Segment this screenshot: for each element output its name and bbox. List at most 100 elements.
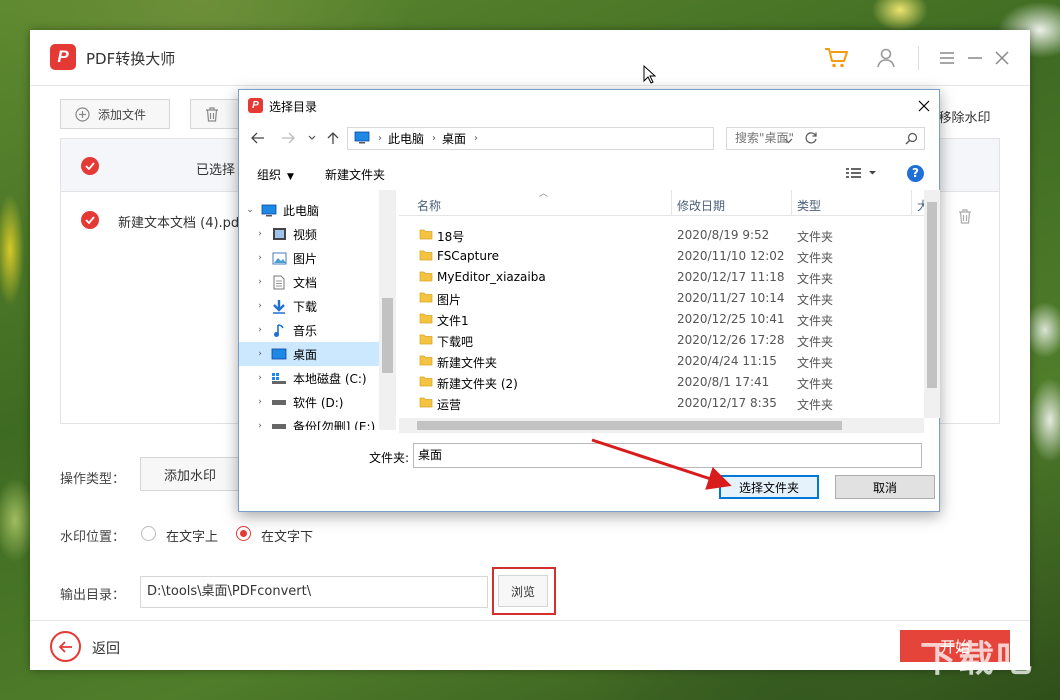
file-list-hscrollbar[interactable]: [399, 418, 924, 433]
breadcrumb-this-pc[interactable]: 此电脑: [388, 130, 424, 147]
chevron-right-icon[interactable]: ›: [253, 301, 267, 311]
column-size[interactable]: 大: [917, 197, 924, 214]
column-separator[interactable]: [911, 190, 912, 216]
chevron-down-icon[interactable]: ⌄: [243, 205, 257, 215]
add-file-label: 添加文件: [98, 107, 147, 122]
tree-scroll-thumb[interactable]: [382, 298, 393, 373]
back-arrow-icon[interactable]: [50, 631, 81, 662]
up-nav-icon[interactable]: [324, 129, 342, 147]
desktop-icon: [271, 346, 287, 362]
tree-item-drive-c[interactable]: › 本地磁盘 (C:): [239, 366, 379, 390]
document-icon: [271, 274, 287, 290]
image-icon: [271, 250, 287, 266]
folder-icon: [419, 228, 433, 243]
file-name: 运营: [437, 398, 462, 412]
column-separator[interactable]: [671, 190, 672, 216]
tree-item-drive-e[interactable]: › 备份[勿删] (E:): [239, 414, 379, 431]
select-all-checkbox[interactable]: [81, 157, 99, 175]
list-item[interactable]: 新建文件夹 2020/4/24 11:15 文件夹: [399, 351, 924, 372]
tree-item-this-pc[interactable]: ⌄ 此电脑: [239, 198, 379, 222]
file-date: 2020/12/25 10:41: [677, 312, 785, 326]
file-list-scroll-thumb[interactable]: [927, 202, 937, 388]
close-icon[interactable]: [988, 44, 1016, 72]
column-name[interactable]: 名称: [417, 197, 441, 214]
column-type[interactable]: 类型: [797, 197, 821, 214]
tree-label: 本地磁盘 (C:): [293, 371, 367, 386]
file-type: 文件夹: [797, 356, 834, 370]
list-item[interactable]: 下载吧 2020/12/26 17:28 文件夹: [399, 330, 924, 351]
dialog-toolbar: 组织 ▼ 新建文件夹 ?: [239, 160, 939, 188]
back-button[interactable]: 返回: [92, 638, 120, 658]
tree-item-pictures[interactable]: › 图片: [239, 246, 379, 270]
plus-circle-icon: [75, 106, 90, 122]
tree-item-music[interactable]: › 音乐: [239, 318, 379, 342]
breadcrumb-desktop[interactable]: 桌面: [442, 130, 466, 147]
row-checkbox[interactable]: [81, 211, 99, 229]
radio-below-text[interactable]: [236, 526, 251, 541]
column-date[interactable]: 修改日期: [677, 197, 725, 214]
computer-icon: [354, 131, 370, 147]
file-name: 下载吧: [437, 335, 474, 349]
tree-item-videos[interactable]: › 视频: [239, 222, 379, 246]
new-folder-button[interactable]: 新建文件夹: [325, 166, 385, 183]
chevron-right-icon[interactable]: ›: [253, 325, 267, 335]
chevron-right-icon[interactable]: ›: [253, 373, 267, 383]
list-item[interactable]: 新建文件夹 (2) 2020/8/1 17:41 文件夹: [399, 372, 924, 393]
menu-icon[interactable]: [933, 44, 961, 72]
list-item[interactable]: 图片 2020/11/27 10:14 文件夹: [399, 288, 924, 309]
select-folder-button[interactable]: 选择文件夹: [719, 475, 819, 499]
chevron-right-icon[interactable]: ›: [253, 349, 267, 359]
chevron-right-icon[interactable]: ›: [253, 397, 267, 407]
tree-label: 桌面: [293, 347, 318, 362]
tree-label: 文档: [293, 275, 318, 290]
list-item[interactable]: FSCapture 2020/11/10 12:02 文件夹: [399, 246, 924, 267]
file-list-scrollbar[interactable]: [924, 190, 940, 418]
tree-scrollbar[interactable]: [379, 190, 396, 430]
folder-icon: [419, 270, 433, 285]
column-separator[interactable]: [791, 190, 792, 216]
list-item[interactable]: MyEditor_xiazaiba 2020/12/17 11:18 文件夹: [399, 267, 924, 288]
operation-type-select[interactable]: 添加水印: [140, 457, 240, 491]
drive-icon: [271, 394, 287, 410]
add-file-button[interactable]: 添加文件: [60, 99, 170, 129]
help-icon[interactable]: ?: [907, 165, 924, 182]
tree-item-desktop[interactable]: › 桌面: [239, 342, 379, 366]
chevron-right-icon[interactable]: ›: [253, 229, 267, 239]
delete-button[interactable]: [190, 99, 240, 129]
file-type: 文件夹: [797, 377, 834, 391]
back-nav-icon[interactable]: [249, 129, 267, 147]
user-icon[interactable]: [872, 44, 900, 72]
list-item[interactable]: 18号 2020/8/19 9:52 文件夹: [399, 225, 924, 246]
list-item[interactable]: 文件1 2020/12/25 10:41 文件夹: [399, 309, 924, 330]
chevron-right-icon[interactable]: ›: [253, 277, 267, 287]
cart-icon[interactable]: [822, 44, 850, 72]
radio-above-text-label[interactable]: 在文字上: [166, 526, 218, 545]
chevron-right-icon[interactable]: ›: [253, 421, 267, 430]
folder-icon: [419, 354, 433, 369]
organize-menu[interactable]: 组织 ▼: [257, 166, 294, 183]
file-list-hscroll-thumb[interactable]: [417, 421, 842, 430]
cancel-button[interactable]: 取消: [835, 475, 935, 499]
minimize-icon[interactable]: [961, 44, 989, 72]
tree-item-documents[interactable]: › 文档: [239, 270, 379, 294]
sort-caret-icon: ︿: [539, 189, 549, 199]
folder-input[interactable]: 桌面: [413, 443, 922, 468]
list-item[interactable]: 运营 2020/12/17 8:35 文件夹: [399, 393, 924, 414]
tree-item-drive-d[interactable]: › 软件 (D:): [239, 390, 379, 414]
radio-below-text-label[interactable]: 在文字下: [261, 526, 313, 545]
file-date: 2020/12/17 8:35: [677, 396, 777, 410]
tree-item-downloads[interactable]: › 下载: [239, 294, 379, 318]
view-options-icon[interactable]: [845, 166, 879, 183]
chevron-right-icon[interactable]: ›: [253, 253, 267, 263]
dialog-close-icon[interactable]: [913, 95, 935, 117]
trash-icon[interactable]: [958, 209, 972, 227]
browse-button[interactable]: 浏览: [498, 575, 548, 607]
output-dir-input[interactable]: D:\tools\桌面\PDFconvert\: [140, 576, 488, 608]
forward-nav-icon[interactable]: [279, 129, 297, 147]
file-type: 文件夹: [797, 272, 834, 286]
address-bar[interactable]: › 此电脑 › 桌面 ›: [347, 127, 817, 150]
file-list-header: ︿ 名称 修改日期 类型 大: [399, 189, 924, 216]
radio-above-text[interactable]: [141, 526, 156, 541]
recent-dropdown-icon[interactable]: [303, 129, 321, 147]
search-input[interactable]: 搜索"桌面": [726, 127, 925, 150]
